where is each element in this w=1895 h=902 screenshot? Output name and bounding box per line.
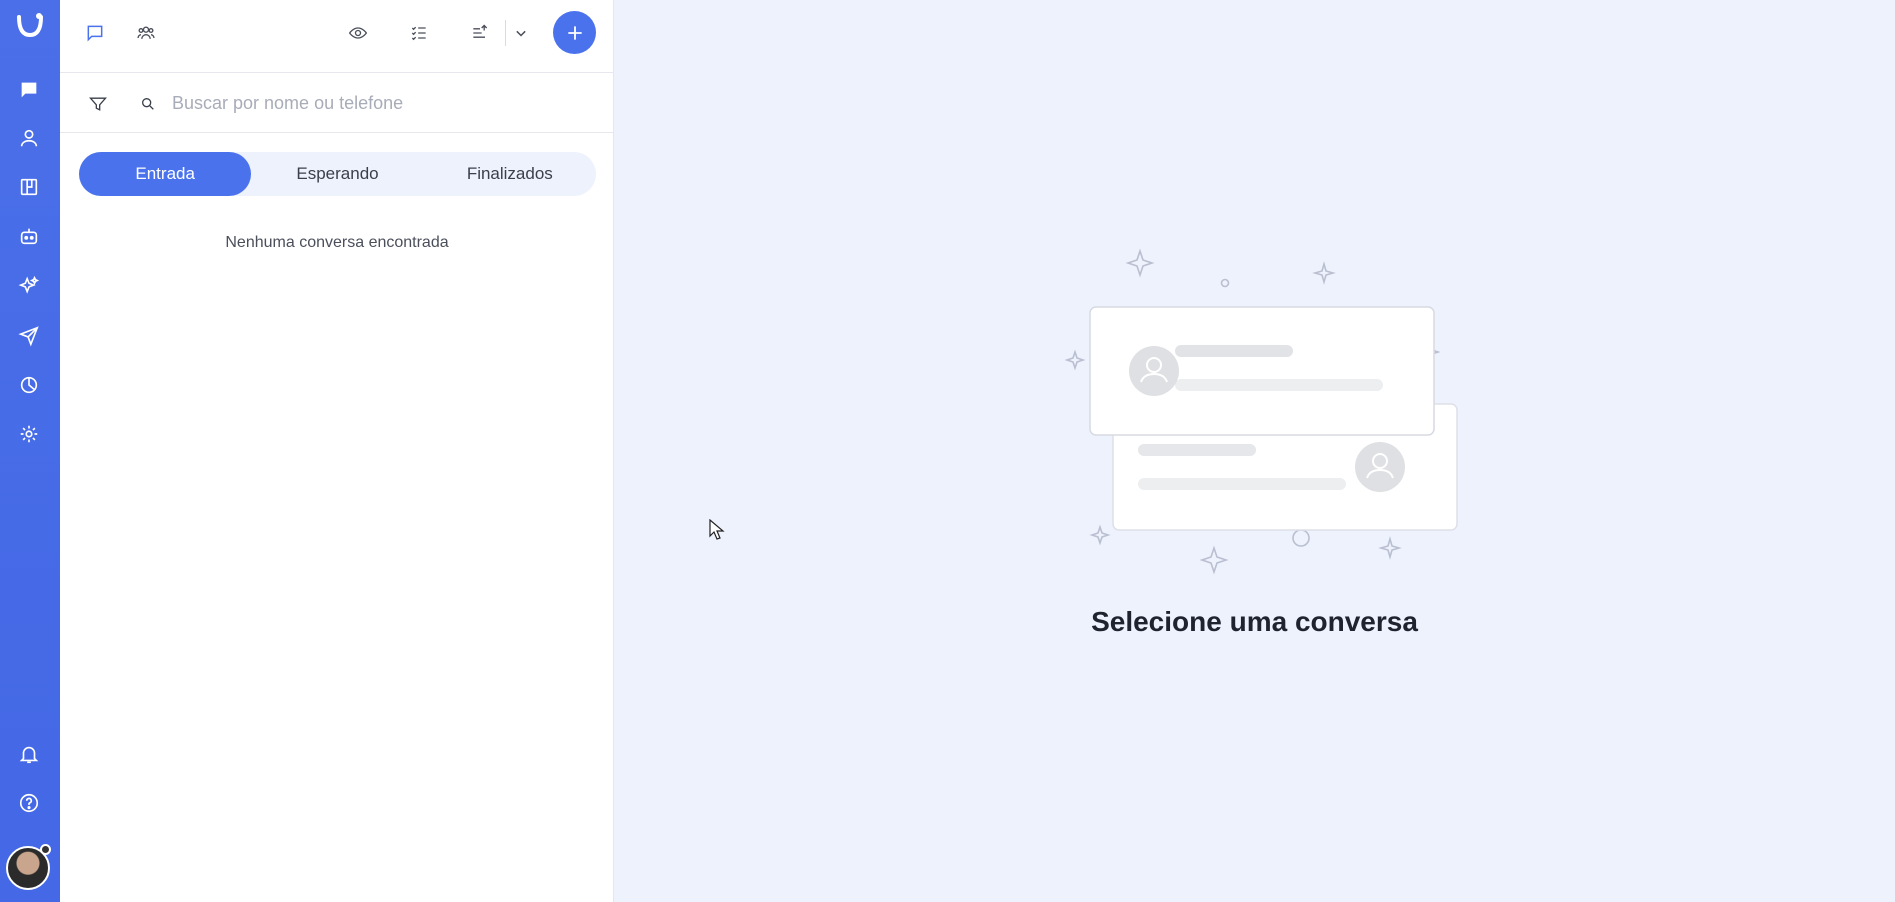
conversations-panel: Entrada Esperando Finalizados Nenhuma co… xyxy=(60,0,614,902)
new-conversation-button[interactable] xyxy=(553,11,596,54)
team-icon[interactable] xyxy=(131,18,161,48)
send-icon[interactable] xyxy=(15,322,43,350)
filter-icon[interactable] xyxy=(85,91,111,117)
chat-bubble-icon[interactable] xyxy=(80,18,110,48)
status-dot xyxy=(40,844,51,855)
bot-icon[interactable] xyxy=(15,222,43,250)
tab-entrada[interactable]: Entrada xyxy=(79,152,252,196)
select-conversation-title: Selecione uma conversa xyxy=(1091,606,1418,637)
mouse-cursor-icon xyxy=(709,519,725,540)
brand-logo[interactable] xyxy=(12,8,48,44)
conversation-view: Selecione uma conversa xyxy=(614,0,1895,902)
checklist-icon[interactable] xyxy=(404,18,434,48)
help-icon[interactable] xyxy=(15,789,43,817)
chevron-down-icon[interactable] xyxy=(506,18,536,48)
app-sidebar xyxy=(0,0,60,902)
reports-icon[interactable] xyxy=(15,371,43,399)
search-input[interactable] xyxy=(172,86,592,120)
tab-esperando[interactable]: Esperando xyxy=(251,152,423,196)
search-bar xyxy=(60,74,614,133)
sort-icon[interactable] xyxy=(465,18,495,48)
eye-icon[interactable] xyxy=(343,18,373,48)
kanban-icon[interactable] xyxy=(15,173,43,201)
search-icon xyxy=(137,93,159,115)
empty-state-message: Nenhuma conversa encontrada xyxy=(225,234,449,251)
settings-icon[interactable] xyxy=(15,420,43,448)
chat-icon[interactable] xyxy=(15,76,43,104)
sparkles-icon[interactable] xyxy=(15,272,43,300)
contacts-icon[interactable] xyxy=(15,124,43,152)
empty-conversation-illustration xyxy=(1054,240,1474,590)
conversations-toolbar xyxy=(60,0,614,73)
conversation-tabs: Entrada Esperando Finalizados xyxy=(79,152,596,196)
bell-icon[interactable] xyxy=(15,740,43,768)
tab-finalizados[interactable]: Finalizados xyxy=(424,152,596,196)
